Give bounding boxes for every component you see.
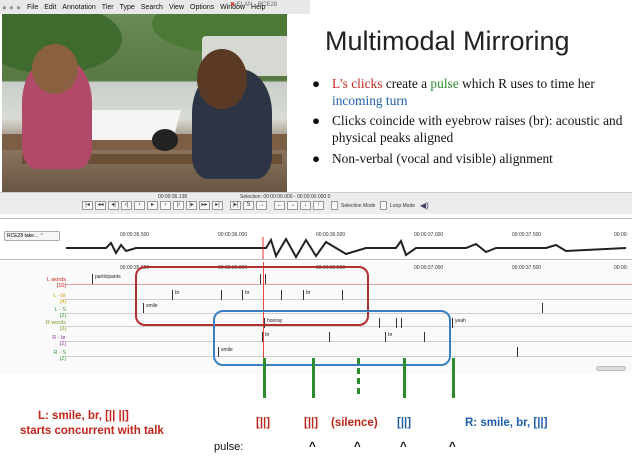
pulse-marker	[403, 358, 406, 398]
selection-readout: Selection: 00:00:00.000 - 00:00:00.000 0	[240, 194, 331, 200]
bullet-2: ● Clicks coincide with eyebrow raises (b…	[312, 112, 624, 146]
horizontal-scrollbar[interactable]	[596, 366, 626, 371]
pulse-caret: ^	[309, 441, 316, 453]
left-caption-line-2: starts concurrent with talk	[20, 425, 164, 437]
bullet-1-part-3: pulse	[430, 76, 459, 91]
media-controls: 00:00:36.138 Selection: 00:00:00.000 - 0…	[0, 192, 632, 214]
timeline-time-label: 00:00:37.000	[414, 265, 444, 271]
mark-label: [||]	[304, 417, 319, 429]
tier-label-r-br[interactable]: R - br [2]	[0, 335, 66, 347]
window-title: ✖ ELAN - RCE28	[230, 2, 278, 8]
play-selection-button[interactable]: |▸|	[230, 201, 241, 210]
bullet-1-part-1: L’s clicks	[332, 76, 383, 91]
track-select[interactable]: RCE28 take... ⌃	[4, 231, 60, 241]
go-to-end-button[interactable]: ▸|	[212, 201, 223, 210]
bullet-1: ● L’s clicks create a pulse which R uses…	[312, 75, 624, 109]
loop-mode-checkbox[interactable]	[380, 201, 387, 210]
timeline-time-label: 00:00:37.500	[512, 265, 542, 271]
bullet-3-text: Non-verbal (vocal and visible) alignment	[332, 151, 553, 166]
menu-search[interactable]: Search	[141, 4, 163, 11]
tier-label-l-br[interactable]: L - br [4]	[0, 293, 66, 305]
timeline-time-label: 00:00:	[614, 265, 628, 271]
go-to-begin-button[interactable]: |◂	[82, 201, 93, 210]
pulse-caret: ^	[449, 441, 456, 453]
menu-view[interactable]: View	[169, 4, 184, 11]
r-highlight-box	[213, 310, 451, 366]
move-down-button[interactable]: ↓	[300, 201, 311, 210]
slide-title: Multimodal Mirroring	[325, 26, 570, 56]
mark-label: [||]	[256, 417, 271, 429]
frame-back-button[interactable]: ‹|	[121, 201, 132, 210]
move-left-button[interactable]: ←	[274, 201, 285, 210]
tier-label-l-s[interactable]: L - S [2]	[0, 307, 66, 319]
current-time: 00:00:36.138	[158, 194, 188, 200]
mark-label: [||]	[397, 417, 412, 429]
bullet-2-text: Clicks coincide with eyebrow raises (br)…	[332, 113, 623, 145]
pulse-marker	[452, 358, 455, 398]
right-caption: R: smile, br, [||]	[465, 417, 548, 429]
pixel-forward-button[interactable]: ›	[160, 201, 171, 210]
selection-mode-label: Selection Mode	[341, 203, 376, 209]
go-to-selection-button[interactable]: →	[256, 201, 267, 210]
silence-label: (silence)	[331, 417, 378, 429]
bullet-dot-icon: ●	[312, 113, 321, 128]
loop-mode-label: Loop Mode	[390, 203, 416, 209]
pulse-label: pulse:	[214, 441, 244, 453]
move-right-button[interactable]: →	[287, 201, 298, 210]
bullet-1-part-4: which R uses to time her	[458, 76, 595, 91]
left-caption-line-1: L: smile, br, [|| ||]	[38, 410, 129, 422]
previous-scroll-button[interactable]: ◂◂	[95, 201, 106, 210]
menu-annotation[interactable]: Annotation	[62, 4, 95, 11]
audio-waveform	[66, 237, 627, 259]
play-button[interactable]: ▸	[147, 201, 158, 210]
menu-options[interactable]: Options	[190, 4, 214, 11]
step-forward-button[interactable]: |▸	[186, 201, 197, 210]
pulse-marker	[312, 358, 315, 398]
tier-label-r-words[interactable]: R words [3]	[0, 320, 66, 332]
track-select-value: RCE28 take...	[7, 233, 39, 239]
step-back-button[interactable]: ◂|	[108, 201, 119, 210]
menu-tier[interactable]: Tier	[102, 4, 114, 11]
waveform-viewer[interactable]: RCE28 take... ⌃ 00:00:35.500 00:00:36.00…	[0, 218, 632, 260]
selection-mode-checkbox[interactable]	[331, 201, 338, 210]
tier-label-l-words[interactable]: L words [10]	[0, 277, 66, 289]
bullet-1-part-5: incoming turn	[332, 93, 408, 108]
bullet-1-part-2: create a	[382, 76, 431, 91]
menu-type[interactable]: Type	[120, 4, 135, 11]
elan-logo-icon: ✖	[230, 2, 236, 8]
pulse-caret: ^	[400, 441, 407, 453]
next-scroll-button[interactable]: ▸▸	[199, 201, 210, 210]
bullet-3: ● Non-verbal (vocal and visible) alignme…	[312, 150, 624, 167]
window-controls[interactable]: ● ● ●	[2, 3, 21, 12]
bullet-dot-icon: ●	[312, 76, 321, 91]
menu-edit[interactable]: Edit	[44, 4, 56, 11]
tier-label-r-s[interactable]: R - S [2]	[0, 350, 66, 362]
pulse-marker-dashed	[357, 358, 360, 398]
frame-forward-button[interactable]: |›	[173, 201, 184, 210]
video-viewer[interactable]	[2, 14, 287, 204]
pixel-back-button[interactable]: ‹	[134, 201, 145, 210]
clear-selection-button[interactable]: S	[243, 201, 254, 210]
volume-icon[interactable]: ◀)	[420, 201, 429, 210]
chevron-down-icon: ⌃	[39, 233, 44, 239]
bullet-dot-icon: ●	[312, 151, 321, 166]
annotation-timeline[interactable]: 00:00:35.500 00:00:36.000 00:00:36.500 0…	[0, 262, 632, 374]
annotation-yeah[interactable]: yeah	[452, 318, 512, 328]
move-up-button[interactable]: ↑	[313, 201, 324, 210]
menu-file[interactable]: File	[27, 4, 38, 11]
pulse-caret: ^	[354, 441, 361, 453]
pulse-marker	[263, 358, 266, 398]
